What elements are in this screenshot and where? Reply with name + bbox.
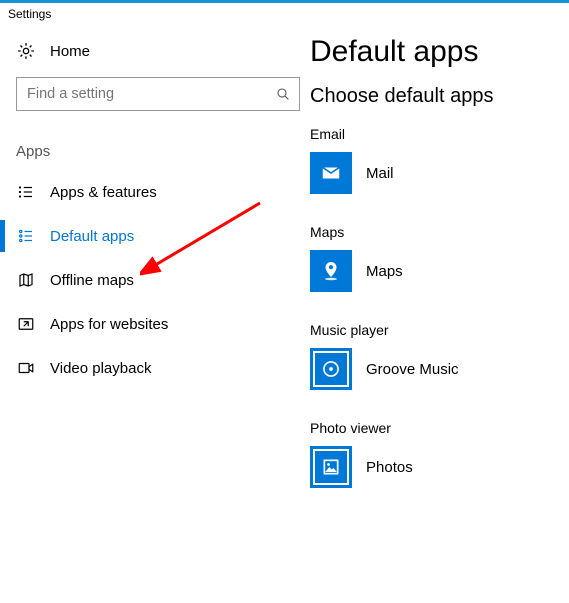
mail-icon bbox=[310, 152, 352, 194]
groove-music-icon bbox=[310, 348, 352, 390]
default-app-music[interactable]: Groove Music bbox=[310, 348, 493, 390]
window-title: Settings bbox=[0, 3, 569, 29]
home-label: Home bbox=[50, 43, 90, 60]
offline-maps-icon bbox=[16, 270, 36, 290]
default-apps-icon bbox=[16, 226, 36, 246]
apps-websites-icon bbox=[16, 314, 36, 334]
app-name: Groove Music bbox=[366, 361, 459, 378]
nav-label: Apps & features bbox=[50, 184, 157, 201]
maps-icon bbox=[310, 250, 352, 292]
category-label: Email bbox=[310, 126, 493, 142]
search-icon bbox=[275, 86, 291, 102]
nav-label: Video playback bbox=[50, 360, 151, 377]
category-label: Maps bbox=[310, 224, 493, 240]
home-nav[interactable]: Home bbox=[10, 29, 310, 73]
app-name: Photos bbox=[366, 459, 413, 476]
nav-offline-maps[interactable]: Offline maps bbox=[10, 258, 310, 302]
app-name: Mail bbox=[366, 165, 394, 182]
nav-apps-websites[interactable]: Apps for websites bbox=[10, 302, 310, 346]
default-app-maps[interactable]: Maps bbox=[310, 250, 493, 292]
nav-label: Offline maps bbox=[50, 272, 134, 289]
left-nav-pane: Home Apps bbox=[10, 29, 310, 518]
nav-group-title: Apps bbox=[10, 121, 310, 170]
video-playback-icon bbox=[16, 358, 36, 378]
default-app-email[interactable]: Mail bbox=[310, 152, 493, 194]
page-subtitle: Choose default apps bbox=[310, 85, 493, 108]
category-label: Photo viewer bbox=[310, 420, 493, 436]
nav-label: Apps for websites bbox=[50, 316, 168, 333]
nav-video-playback[interactable]: Video playback bbox=[10, 346, 310, 390]
main-content: Default apps Choose default apps Email M… bbox=[310, 29, 493, 518]
gear-icon bbox=[16, 41, 36, 61]
nav-apps-features[interactable]: Apps & features bbox=[10, 170, 310, 214]
photos-icon bbox=[310, 446, 352, 488]
page-title: Default apps bbox=[310, 35, 493, 69]
default-app-photos[interactable]: Photos bbox=[310, 446, 493, 488]
nav-label: Default apps bbox=[50, 228, 134, 245]
category-label: Music player bbox=[310, 322, 493, 338]
app-name: Maps bbox=[366, 263, 403, 280]
nav-default-apps[interactable]: Default apps bbox=[10, 214, 310, 258]
search-input[interactable] bbox=[25, 85, 275, 103]
search-box[interactable] bbox=[16, 77, 300, 111]
apps-features-icon bbox=[16, 182, 36, 202]
